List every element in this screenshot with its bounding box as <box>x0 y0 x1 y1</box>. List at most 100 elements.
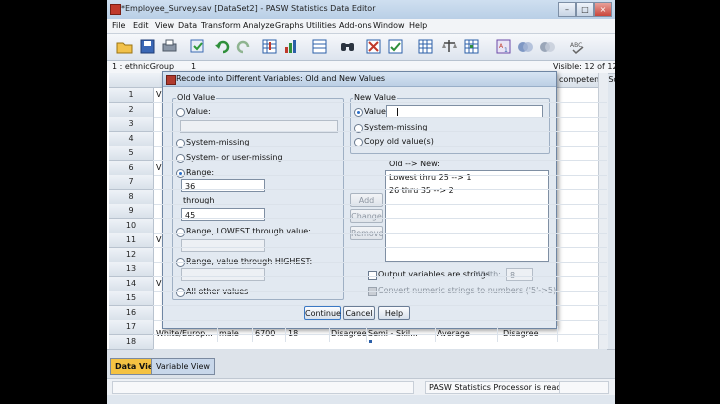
copy-old-values-label: Copy old value(s) <box>364 137 434 146</box>
print-icon[interactable] <box>161 38 178 55</box>
output-strings-label: Output variables are strings <box>378 270 490 279</box>
row-header[interactable]: 12 <box>109 248 154 263</box>
menu-edit[interactable]: Edit <box>133 21 149 30</box>
maximize-button[interactable]: □ <box>576 2 594 17</box>
dialog-title-bar: Recode into Different Variables: Old and… <box>163 72 556 87</box>
split-file-icon[interactable] <box>417 38 434 55</box>
row-gridline <box>153 247 607 248</box>
list-item[interactable]: Lowest thru 25 --> 1 <box>386 171 548 184</box>
tab-variable-view[interactable]: Variable View <box>151 358 215 375</box>
cancel-button[interactable]: Cancel <box>343 306 375 320</box>
goto-case-icon[interactable] <box>261 38 278 55</box>
row-header[interactable]: 13 <box>109 262 154 277</box>
insert-cases-icon[interactable] <box>365 38 382 55</box>
row-gridline <box>153 276 607 277</box>
row-header[interactable]: 7 <box>109 175 154 190</box>
cell-fragment[interactable]: V <box>156 88 161 102</box>
use-sets-icon[interactable] <box>517 38 534 55</box>
column-gridline <box>497 326 498 342</box>
status-bar: PASW Statistics Processor is ready <box>107 378 615 395</box>
cell-fragment[interactable]: V <box>156 161 161 175</box>
menu-add-ons[interactable]: Add-ons <box>339 21 372 30</box>
svg-text:1: 1 <box>504 47 508 54</box>
undo-icon[interactable] <box>214 38 231 55</box>
old-new-list[interactable]: Lowest thru 25 --> 1 26 thru 35 --> 2 <box>385 170 549 262</box>
range-radio[interactable] <box>176 169 185 178</box>
spell-check-icon[interactable]: ABC <box>569 38 586 55</box>
menu-analyze[interactable]: Analyze <box>243 21 275 30</box>
row-header[interactable]: 18 <box>109 335 154 350</box>
weight-cases-icon[interactable] <box>441 38 458 55</box>
row-header[interactable]: 15 <box>109 291 154 306</box>
column-gridline <box>217 326 218 342</box>
column-gridline <box>366 326 367 342</box>
dialog-app-icon <box>166 75 176 85</box>
row-gridline <box>153 189 607 190</box>
row-header[interactable]: 14 <box>109 277 154 292</box>
cell-fragment[interactable]: V <box>156 233 161 247</box>
menu-view[interactable]: View <box>155 21 174 30</box>
row-header[interactable]: 3 <box>109 117 154 132</box>
menu-graphs[interactable]: Graphs <box>275 21 304 30</box>
width-input[interactable]: 8 <box>506 268 533 281</box>
range-lowest-input[interactable] <box>181 239 265 252</box>
save-icon[interactable] <box>139 38 156 55</box>
cell-value[interactable]: 1 <box>191 62 196 71</box>
all-other-values-radio[interactable] <box>176 288 185 297</box>
row-header[interactable]: 2 <box>109 103 154 118</box>
open-icon[interactable] <box>116 38 133 55</box>
row-header[interactable]: 1 <box>109 88 154 103</box>
list-item[interactable]: 26 thru 35 --> 2 <box>386 184 548 197</box>
minimize-button[interactable]: – <box>558 2 576 17</box>
row-gridline <box>153 291 607 292</box>
value-labels-icon[interactable]: A1 <box>495 38 512 55</box>
row-header[interactable]: 9 <box>109 204 154 219</box>
row-gridline <box>153 334 607 335</box>
old-value-radio[interactable] <box>176 108 185 117</box>
status-pane-left <box>112 381 414 394</box>
system-or-user-missing-radio[interactable] <box>176 154 185 163</box>
menu-file[interactable]: File <box>112 21 125 30</box>
find-icon[interactable] <box>339 38 356 55</box>
menu-window[interactable]: Window <box>373 21 405 30</box>
change-button[interactable]: Change <box>350 209 383 223</box>
range-from-input[interactable]: 36 <box>181 179 265 192</box>
row-header[interactable]: 4 <box>109 132 154 147</box>
redo-icon[interactable] <box>235 38 252 55</box>
range-to-input[interactable]: 45 <box>181 208 265 221</box>
menu-transform[interactable]: Transform <box>201 21 241 30</box>
row-header[interactable]: 16 <box>109 306 154 321</box>
range-highest-input[interactable] <box>181 268 265 281</box>
new-value-legend: New Value <box>353 93 397 102</box>
dialog-recall-icon[interactable] <box>189 38 206 55</box>
row-header[interactable]: 5 <box>109 146 154 161</box>
svg-text:ABC: ABC <box>570 42 582 49</box>
insert-variable-icon[interactable] <box>387 38 404 55</box>
row-gridline <box>153 320 607 321</box>
row-header[interactable]: 8 <box>109 190 154 205</box>
show-all-icon[interactable] <box>539 38 556 55</box>
menu-help[interactable]: Help <box>409 21 427 30</box>
row-header[interactable]: 17 <box>109 320 154 335</box>
width-label: Width: <box>475 270 501 279</box>
new-value-radio[interactable] <box>354 108 363 117</box>
goto-variable-icon[interactable] <box>283 38 300 55</box>
drop-down-indicator <box>369 340 372 343</box>
row-header[interactable]: 6 <box>109 161 154 176</box>
row-header[interactable]: 11 <box>109 233 154 248</box>
close-button[interactable]: × <box>594 2 612 17</box>
select-cases-icon[interactable] <box>463 38 480 55</box>
new-value-label: Value: <box>364 107 389 116</box>
row-gridline <box>153 146 607 147</box>
row-gridline <box>153 175 607 176</box>
continue-button[interactable]: Continue <box>304 306 341 320</box>
menu-utilities[interactable]: Utilities <box>306 21 336 30</box>
cell-fragment[interactable]: V <box>156 277 161 291</box>
help-button[interactable]: Help <box>378 306 410 320</box>
variables-icon[interactable] <box>311 38 328 55</box>
vertical-scrollbar[interactable] <box>598 73 608 349</box>
menu-data[interactable]: Data <box>178 21 197 30</box>
status-pane-right <box>559 381 609 394</box>
row-header[interactable]: 10 <box>109 219 154 234</box>
column-gridline <box>252 326 253 342</box>
